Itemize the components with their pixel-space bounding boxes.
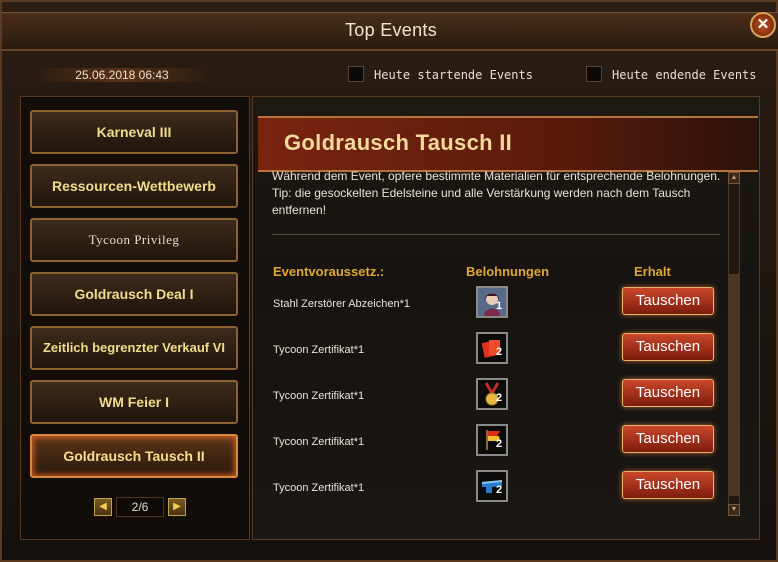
- event-item-tycoon-privileg[interactable]: Tycoon Privileg: [30, 218, 238, 262]
- event-item-goldrausch-tausch[interactable]: Goldrausch Tausch II: [30, 434, 238, 478]
- scroll-down-icon[interactable]: ▼: [728, 504, 740, 516]
- page-indicator: 2/6: [116, 497, 164, 517]
- col-obtain: Erhalt: [634, 264, 671, 279]
- next-page-icon[interactable]: ▶: [168, 498, 186, 516]
- event-item-karneval-iii[interactable]: Karneval III: [30, 110, 238, 154]
- close-button[interactable]: ✕: [750, 12, 776, 38]
- row-requirement: Tycoon Zertifikat*1: [273, 436, 365, 448]
- reward-quantity: 1: [496, 300, 503, 312]
- reward-quantity: 2: [496, 484, 503, 496]
- red-cards-icon[interactable]: [476, 332, 508, 364]
- today-end-checkbox[interactable]: [586, 66, 602, 82]
- today-end-label: Heute endende Events: [612, 68, 757, 82]
- event-item-wm-feier[interactable]: WM Feier I: [30, 380, 238, 424]
- row-requirement: Tycoon Zertifikat*1: [273, 390, 365, 402]
- portrait-icon[interactable]: [476, 286, 508, 318]
- event-description: Während dem Event, opfere bestimmte Mate…: [272, 169, 721, 217]
- row-requirement: Tycoon Zertifikat*1: [273, 344, 365, 356]
- reward-quantity: 2: [496, 346, 503, 358]
- exchange-button[interactable]: Tauschen: [622, 287, 714, 315]
- reward-quantity: 2: [496, 392, 503, 404]
- reward-quantity: 2: [496, 438, 503, 450]
- exchange-button[interactable]: Tauschen: [622, 379, 714, 407]
- event-item-zeitlich-verkauf[interactable]: Zeitlich begrenzter Verkauf VI: [30, 326, 238, 370]
- top-events-window: Top Events ✕ 25.06.2018 06:43 Heute star…: [0, 0, 778, 562]
- scroll-up-icon[interactable]: ▲: [728, 172, 740, 184]
- prev-page-icon[interactable]: ◀: [94, 498, 112, 516]
- exchange-button[interactable]: Tauschen: [622, 471, 714, 499]
- exchange-button[interactable]: Tauschen: [622, 333, 714, 361]
- scrollbar-thumb[interactable]: [729, 274, 739, 496]
- server-datetime: 25.06.2018 06:43: [32, 68, 212, 82]
- flag-icon[interactable]: [476, 424, 508, 456]
- today-start-label: Heute startende Events: [374, 68, 533, 82]
- blue-ticket-icon[interactable]: [476, 470, 508, 502]
- medal-icon[interactable]: [476, 378, 508, 410]
- event-title: Goldrausch Tausch II: [284, 130, 513, 155]
- exchange-button[interactable]: Tauschen: [622, 425, 714, 453]
- row-requirement: Stahl Zerstörer Abzeichen*1: [273, 298, 410, 310]
- divider: [272, 234, 720, 235]
- row-requirement: Tycoon Zertifikat*1: [273, 482, 365, 494]
- col-requirement: Eventvoraussetz.:: [273, 264, 385, 279]
- event-item-goldrausch-deal[interactable]: Goldrausch Deal I: [30, 272, 238, 316]
- event-item-ressourcen-wettbewerb[interactable]: Ressourcen-Wettbewerb: [30, 164, 238, 208]
- window-title: Top Events: [344, 20, 438, 40]
- today-start-checkbox[interactable]: [348, 66, 364, 82]
- col-reward: Belohnungen: [466, 264, 550, 279]
